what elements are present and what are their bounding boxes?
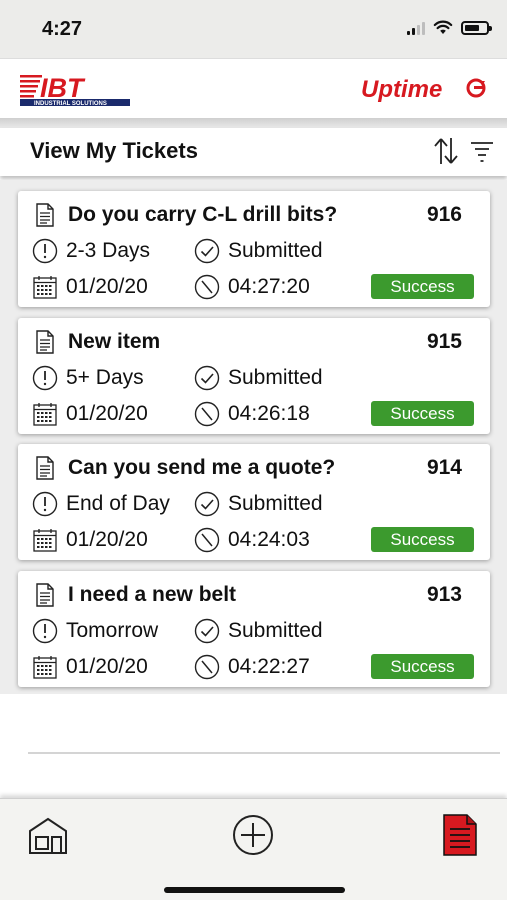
ticket-card[interactable]: New item 915 5+ Days Submitted 01/20/20 04:26…: [18, 318, 490, 434]
ticket-status: Submitted: [194, 615, 323, 647]
status-label: Submitted: [228, 492, 323, 515]
ticket-number: 915: [426, 330, 462, 353]
ticket-time: 04:24:03: [194, 524, 310, 556]
ticket-urgency: End of Day: [32, 488, 170, 520]
ticket-number: 913: [426, 583, 462, 606]
check-circle-icon: [194, 238, 220, 264]
ticket-title-row: Can you send me a quote? 914: [32, 452, 478, 484]
calendar-icon: [33, 529, 57, 552]
document-icon[interactable]: [440, 813, 480, 857]
urgency-label: End of Day: [66, 492, 170, 515]
status-label: Submitted: [228, 366, 323, 389]
wifi-icon: [433, 20, 453, 34]
date-label: 01/20/20: [66, 275, 148, 298]
page-title: View My Tickets: [30, 138, 198, 163]
ticket-date: 01/20/20: [32, 271, 148, 303]
ticket-title-row: New item 915: [32, 326, 478, 358]
clock-icon: [194, 401, 220, 427]
status-badge: Success: [371, 401, 474, 426]
list-empty-area: [0, 694, 507, 800]
time-label: 04:24:03: [228, 528, 310, 551]
check-circle-icon: [194, 618, 220, 644]
ticket-title-row: I need a new belt 913: [32, 579, 478, 611]
header-divider: [0, 118, 507, 128]
calendar-icon: [33, 403, 57, 426]
ticket-date: 01/20/20: [32, 398, 148, 430]
status-bar: 4:27: [0, 0, 507, 58]
ticket-time: 04:22:27: [194, 651, 310, 683]
status-badge: Success: [371, 654, 474, 679]
status-badge: Success: [371, 527, 474, 552]
ticket-status: Submitted: [194, 488, 323, 520]
calendar-icon: [33, 276, 57, 299]
document-icon: [36, 203, 54, 227]
alert-circle-icon: [32, 238, 58, 264]
svg-text:INDUSTRIAL SOLUTIONS: INDUSTRIAL SOLUTIONS: [34, 101, 107, 107]
ticket-number: 914: [426, 456, 462, 479]
list-end-divider: [28, 752, 500, 754]
title-bar: View My Tickets: [0, 128, 507, 176]
check-circle-icon: [194, 491, 220, 517]
ticket-number: 916: [426, 203, 462, 226]
sort-icon[interactable]: [433, 136, 459, 166]
plus-circle-icon[interactable]: [231, 813, 275, 857]
status-icons: [407, 20, 492, 35]
ticket-title: Do you carry C-L drill bits?: [68, 203, 338, 226]
status-label: Submitted: [228, 239, 323, 262]
svg-text:Uptime: Uptime: [361, 76, 442, 103]
time-label: 04:27:20: [228, 275, 310, 298]
status-badge: Success: [371, 274, 474, 299]
ticket-title-row: Do you carry C-L drill bits? 916: [32, 199, 478, 231]
battery-icon: [461, 20, 492, 35]
ticket-urgency: 2-3 Days: [32, 235, 150, 267]
alert-circle-icon: [32, 491, 58, 517]
ticket-urgency: Tomorrow: [32, 615, 158, 647]
urgency-label: Tomorrow: [66, 619, 159, 642]
home-icon[interactable]: [26, 813, 70, 857]
uptime-logo: Uptime: [361, 76, 486, 103]
ticket-card[interactable]: Do you carry C-L drill bits? 916 2-3 Days S…: [18, 191, 490, 307]
ticket-title: New item: [68, 330, 161, 353]
ticket-time: 04:27:20: [194, 271, 310, 303]
ticket-date: 01/20/20: [32, 524, 148, 556]
ticket-time: 04:26:18: [194, 398, 310, 430]
ticket-urgency: 5+ Days: [32, 362, 144, 394]
time-label: 04:26:18: [228, 402, 310, 425]
ticket-status: Submitted: [194, 362, 323, 394]
ticket-card[interactable]: Can you send me a quote? 914 End of Day Sub…: [18, 444, 490, 560]
check-circle-icon: [194, 365, 220, 391]
svg-text:IBT: IBT: [40, 73, 86, 103]
ticket-title: Can you send me a quote?: [68, 456, 336, 479]
document-icon: [36, 330, 54, 354]
filter-icon[interactable]: [469, 138, 495, 164]
alert-circle-icon: [32, 365, 58, 391]
date-label: 01/20/20: [66, 655, 148, 678]
time-label: 04:22:27: [228, 655, 310, 678]
tab-bar: [0, 798, 507, 900]
ticket-status: Submitted: [194, 235, 323, 267]
calendar-icon: [33, 656, 57, 679]
ibt-logo: IBT INDUSTRIAL SOLUTIONS: [20, 73, 130, 107]
status-time: 4:27: [42, 18, 83, 40]
alert-circle-icon: [32, 618, 58, 644]
ticket-card[interactable]: I need a new belt 913 Tomorrow Submitted 01/…: [18, 571, 490, 687]
ticket-title: I need a new belt: [68, 583, 237, 606]
document-icon: [36, 456, 54, 480]
cellular-signal-icon: [407, 21, 425, 35]
date-label: 01/20/20: [66, 402, 148, 425]
urgency-label: 5+ Days: [66, 366, 144, 389]
clock-icon: [194, 527, 220, 553]
brand-bar: IBT INDUSTRIAL SOLUTIONS Uptime: [0, 58, 507, 118]
date-label: 01/20/20: [66, 528, 148, 551]
urgency-label: 2-3 Days: [66, 239, 151, 262]
ticket-date: 01/20/20: [32, 651, 148, 683]
clock-icon: [194, 274, 220, 300]
home-indicator: [164, 887, 345, 893]
document-icon: [36, 583, 54, 607]
clock-icon: [194, 654, 220, 680]
status-label: Submitted: [228, 619, 323, 642]
